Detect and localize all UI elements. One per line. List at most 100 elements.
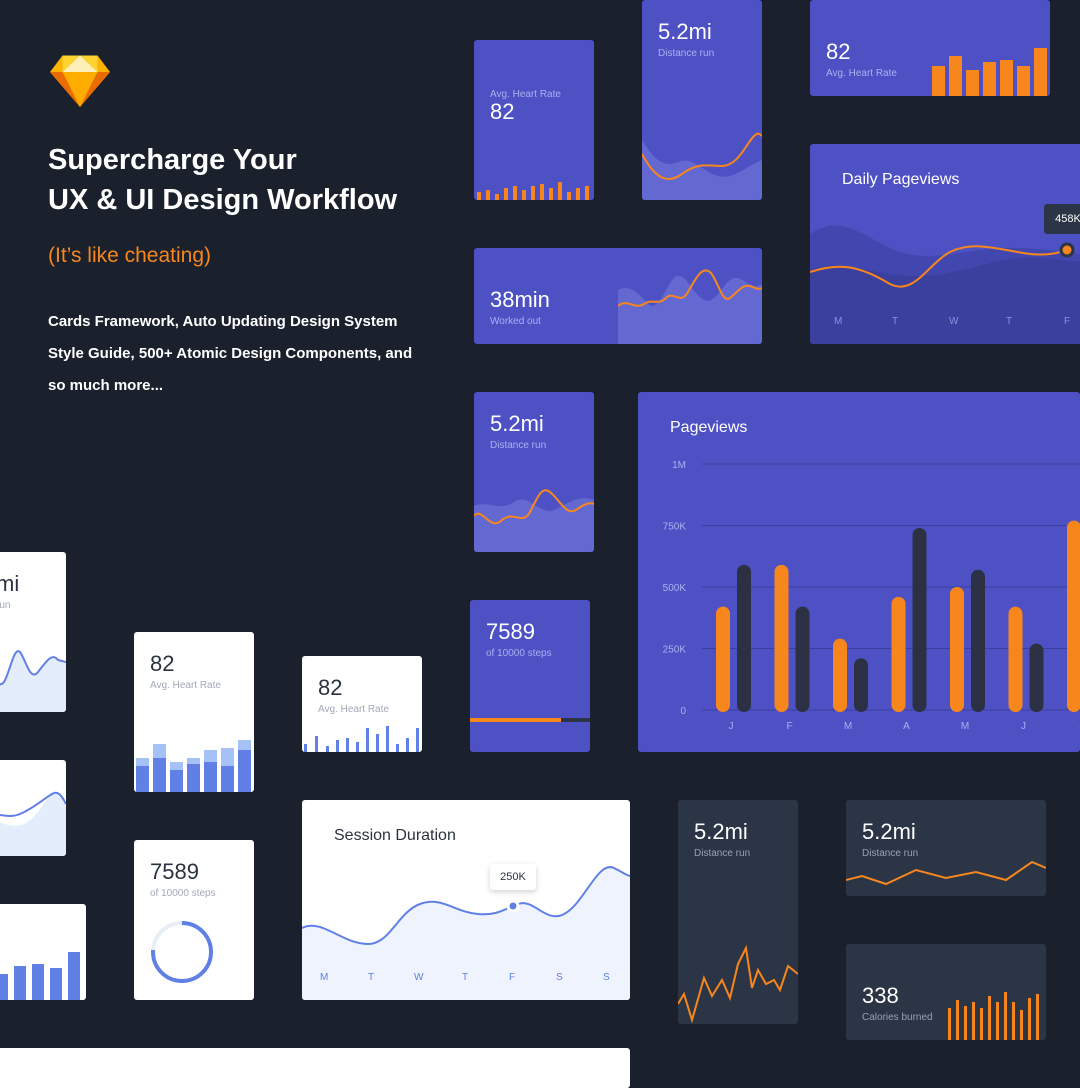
- day-label: W: [414, 972, 423, 983]
- bars-chart: [0, 944, 86, 1000]
- heart-rate-label: Avg. Heart Rate: [826, 68, 897, 80]
- x-tick-label: M: [961, 721, 969, 732]
- workout-label: Worked out: [490, 316, 541, 328]
- bar: [892, 597, 906, 712]
- hero-title-line-1: Supercharge Your: [48, 144, 297, 176]
- heart-rate-bars-card[interactable]: 82 Avg. Heart Rate: [810, 0, 1050, 96]
- day-label: T: [368, 972, 374, 983]
- heart-rate-card-white[interactable]: 82 Avg. Heart Rate: [302, 656, 422, 752]
- steps-label: of 10000 steps: [486, 648, 552, 660]
- day-label: T: [462, 972, 468, 983]
- bar: [737, 565, 751, 712]
- distance-value: 5.2mi: [658, 20, 712, 44]
- steps-card[interactable]: 7589 of 10000 steps: [470, 600, 590, 752]
- bar: [833, 639, 847, 712]
- heart-rate-chart: [474, 180, 594, 200]
- x-tick-label: J: [729, 721, 734, 732]
- distance-label: Distance run: [694, 848, 750, 860]
- calories-card[interactable]: 338 Calories burned: [846, 944, 1046, 1040]
- distance-chart: [846, 856, 1046, 896]
- heart-rate-bar: [567, 192, 571, 200]
- heart-rate-bar: [576, 188, 580, 200]
- heart-rate-card[interactable]: 82 Avg. Heart Rate: [474, 40, 594, 200]
- session-duration-card[interactable]: Session Duration 250K M T W T F S S: [302, 800, 630, 1000]
- workout-card[interactable]: 38min Worked out: [474, 248, 762, 344]
- day-label: F: [1064, 316, 1070, 327]
- day-label: T: [1006, 316, 1012, 327]
- distance-chart: [678, 940, 798, 1024]
- day-label: F: [509, 972, 515, 983]
- heart-rate-bar: [522, 190, 526, 200]
- bar: [1030, 644, 1044, 712]
- steps-progress-fill: [470, 718, 561, 722]
- distance-label: Distance run: [490, 440, 546, 452]
- day-label: S: [603, 972, 610, 983]
- steps-value: 7589: [486, 620, 535, 644]
- distance-card[interactable]: 5.2mi Distance run: [642, 0, 762, 200]
- distance-value: 5.2mi: [490, 412, 544, 436]
- distance-chart: [474, 476, 594, 552]
- distance-card-white[interactable]: mi run: [0, 552, 66, 712]
- heart-rate-value: 82: [826, 40, 850, 64]
- bar: [775, 565, 789, 712]
- heart-rate-label: Avg. Heart Rate: [318, 704, 389, 716]
- distance-card[interactable]: 5.2mi Distance run: [474, 392, 594, 552]
- bar: [913, 528, 927, 712]
- y-tick-label: 1M: [672, 460, 686, 471]
- heart-rate-value: 82: [150, 652, 174, 676]
- session-duration-title: Session Duration: [334, 826, 456, 846]
- heart-rate-value: 82: [490, 100, 514, 124]
- calories-bars: [946, 988, 1046, 1040]
- daily-pageviews-x-axis: M T W T F: [810, 316, 1080, 328]
- heart-rate-label: Avg. Heart Rate: [150, 680, 221, 692]
- heart-rate-card-white[interactable]: 82 Avg. Heart Rate: [134, 632, 254, 792]
- day-label: S: [556, 972, 563, 983]
- x-tick-label: M: [844, 721, 852, 732]
- heart-rate-bar: [477, 192, 481, 200]
- heart-rate-bar: [531, 186, 535, 200]
- heart-rate-bar: [495, 194, 499, 200]
- workout-chart: [618, 248, 762, 344]
- sketch-diamond-icon: [49, 54, 111, 108]
- workout-value: 38min: [490, 288, 550, 312]
- session-duration-x-axis: M T W T F S S: [302, 972, 630, 984]
- y-tick-label: 250K: [663, 645, 687, 656]
- pageviews-bar-chart: 1M750K500K250K0JFMAMJJ: [638, 392, 1080, 752]
- wave-card-white[interactable]: [0, 760, 66, 856]
- y-tick-label: 0: [680, 706, 686, 717]
- daily-pageviews-card[interactable]: Daily Pageviews 458K M T W T F: [810, 144, 1080, 344]
- calories-label: Calories burned: [862, 1012, 933, 1024]
- daily-pageviews-title: Daily Pageviews: [842, 170, 959, 190]
- distance-label: run: [0, 600, 10, 612]
- day-label: M: [834, 316, 842, 327]
- bars-card-white[interactable]: [0, 904, 86, 1000]
- daily-pageviews-tooltip: 458K: [1044, 204, 1080, 234]
- bottom-card[interactable]: [0, 1048, 630, 1088]
- y-tick-label: 750K: [663, 522, 687, 533]
- heart-rate-bar: [558, 182, 562, 200]
- hero-description: Cards Framework, Auto Updating Design Sy…: [48, 306, 428, 402]
- distance-chart: [642, 120, 762, 200]
- distance-value: 5.2mi: [862, 820, 916, 844]
- distance-card-dark[interactable]: 5.2mi Distance run: [846, 800, 1046, 896]
- pageviews-chart-card[interactable]: Pageviews 1M750K500K250K0JFMAMJJ: [638, 392, 1080, 752]
- day-label: T: [892, 316, 898, 327]
- x-tick-label: J: [1021, 721, 1026, 732]
- heart-rate-bar: [540, 184, 544, 200]
- heart-rate-chart: [134, 736, 254, 792]
- heart-rate-bar: [585, 186, 589, 200]
- hero-title-line-2: UX & UI Design Workflow: [48, 184, 397, 216]
- y-tick-label: 500K: [663, 583, 687, 594]
- hero-title: Supercharge Your UX & UI Design Workflow: [48, 140, 397, 220]
- calories-value: 338: [862, 984, 899, 1008]
- distance-card-dark[interactable]: 5.2mi Distance run: [678, 800, 798, 1024]
- day-label: M: [320, 972, 328, 983]
- heart-rate-thin-bars: [302, 722, 422, 752]
- steps-card-white[interactable]: 7589 of 10000 steps: [134, 840, 254, 1000]
- heart-rate-bar: [504, 188, 508, 200]
- steps-progress-ring: [150, 920, 214, 984]
- bar: [950, 587, 964, 712]
- distance-label: Distance run: [658, 48, 714, 60]
- wave-chart: [0, 760, 66, 856]
- steps-progress-track: [470, 718, 590, 722]
